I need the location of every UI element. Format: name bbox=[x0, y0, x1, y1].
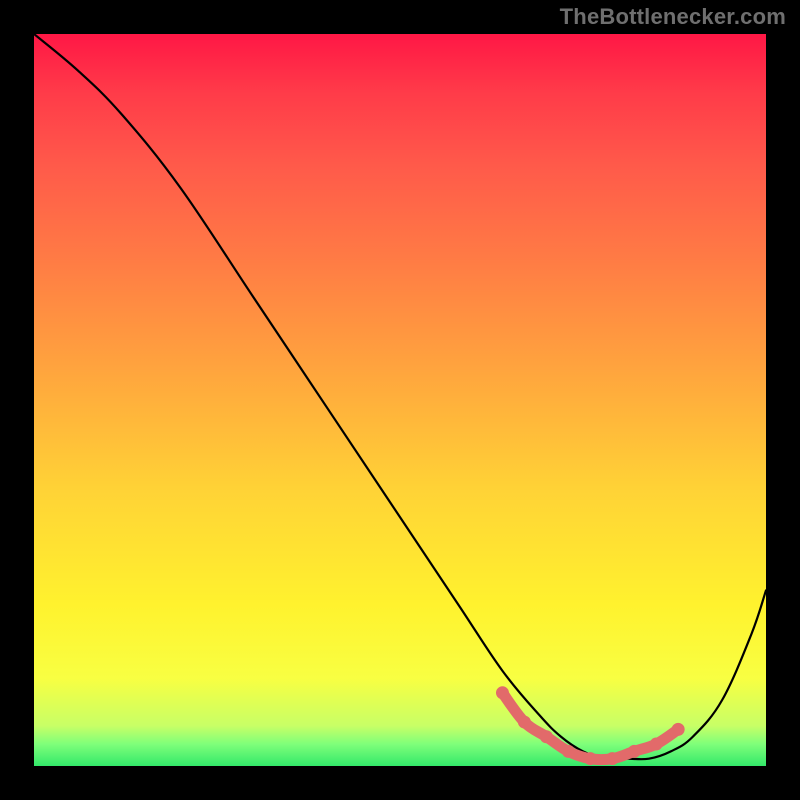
optimal-range-dot bbox=[628, 745, 641, 758]
optimal-range-dot bbox=[606, 752, 619, 765]
chart-container: TheBottlenecker.com bbox=[0, 0, 800, 800]
optimal-range-dot bbox=[518, 716, 531, 729]
optimal-range-dot bbox=[562, 745, 575, 758]
optimal-range-dot bbox=[496, 686, 509, 699]
optimal-range-dot bbox=[540, 730, 553, 743]
plot-area bbox=[34, 34, 766, 766]
optimal-range-dot bbox=[672, 723, 685, 736]
optimal-range-dot bbox=[650, 738, 663, 751]
watermark-text: TheBottlenecker.com bbox=[560, 4, 786, 30]
bottleneck-curve bbox=[34, 34, 766, 759]
curve-layer bbox=[34, 34, 766, 766]
optimal-range-dot bbox=[584, 752, 597, 765]
